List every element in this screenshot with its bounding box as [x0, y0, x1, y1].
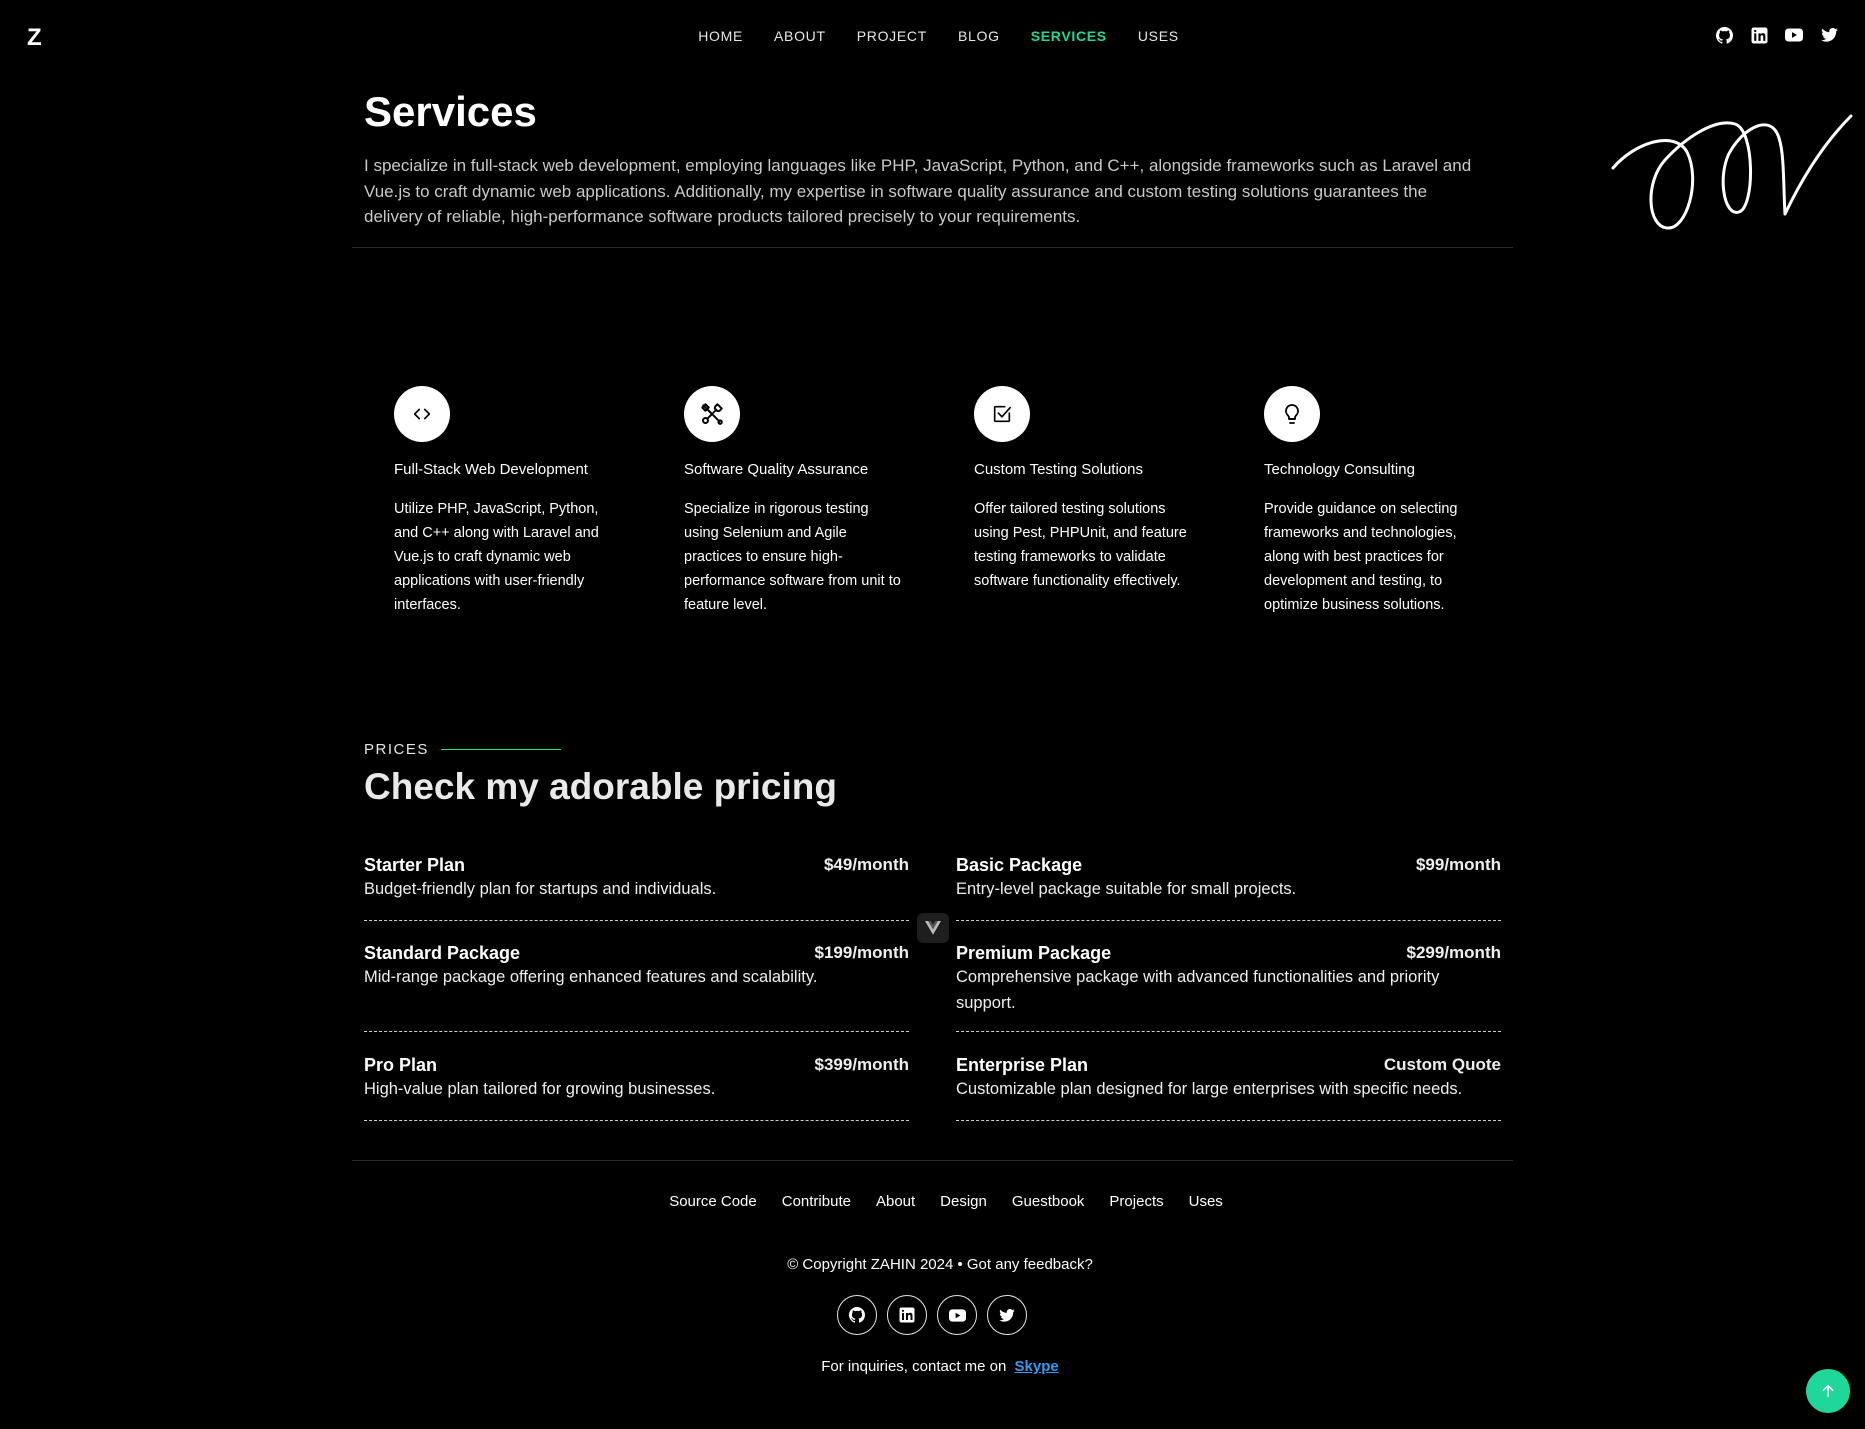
footer-link-design[interactable]: Design: [940, 1193, 987, 1210]
copyright: © Copyright ZAHIN 2024 • Got any feedbac…: [787, 1256, 1093, 1273]
nav-project[interactable]: PROJECT: [857, 28, 927, 44]
footer-link-projects[interactable]: Projects: [1109, 1193, 1163, 1210]
github-icon[interactable]: [1715, 26, 1733, 44]
prices-eyebrow: PRICES: [364, 741, 561, 758]
main-nav: HOME ABOUT PROJECT BLOG SERVICES USES: [0, 28, 1865, 44]
plan-description: Customizable plan designed for large ent…: [956, 1080, 1463, 1098]
service-card: Custom Testing Solutions Offer tailored …: [974, 386, 1194, 593]
twitter-icon[interactable]: [1820, 26, 1838, 44]
footer-link-source-code[interactable]: Source Code: [669, 1193, 757, 1210]
accent-line: [440, 749, 561, 750]
service-title: Software Quality Assurance: [684, 461, 869, 478]
scroll-to-top-button[interactable]: [1806, 1369, 1850, 1413]
plan-price: $199/month: [814, 943, 909, 962]
linkedin-icon[interactable]: [1750, 26, 1768, 44]
checkbox-icon: [974, 386, 1030, 442]
plan-price: $299/month: [1406, 943, 1501, 962]
vue-icon: [917, 913, 949, 943]
nav-about[interactable]: ABOUT: [774, 28, 826, 44]
page-intro: I specialize in full-stack web developme…: [364, 156, 1472, 226]
code-icon: [394, 386, 450, 442]
plan-price: $49/month: [823, 855, 909, 874]
footer-link-about[interactable]: About: [876, 1193, 915, 1210]
pricing-item: Starter Plan $49/month Budget-friendly p…: [364, 855, 909, 921]
lightbulb-icon: [1264, 386, 1320, 442]
skype-link[interactable]: Skype: [1015, 1358, 1059, 1375]
footer-link-uses[interactable]: Uses: [1189, 1193, 1223, 1210]
service-description: Utilize PHP, JavaScript, Python, and C++…: [394, 501, 599, 613]
twitter-icon[interactable]: [987, 1295, 1027, 1335]
service-title: Custom Testing Solutions: [974, 461, 1143, 478]
plan-price: $99/month: [1415, 855, 1501, 874]
service-description: Specialize in rigorous testing using Sel…: [684, 501, 901, 613]
pricing-item: Pro Plan $399/month High-value plan tail…: [364, 1055, 909, 1121]
linkedin-icon[interactable]: [887, 1295, 927, 1335]
youtube-icon[interactable]: [937, 1295, 977, 1335]
service-description: Offer tailored testing solutions using P…: [974, 501, 1187, 589]
service-card: Technology Consulting Provide guidance o…: [1264, 386, 1484, 617]
inquiry-line: For inquiries, contact me on Skype: [0, 1358, 1865, 1375]
plan-price: Custom Quote: [1383, 1055, 1501, 1074]
header-divider: [352, 247, 1513, 248]
nav-uses[interactable]: USES: [1138, 28, 1179, 44]
github-icon[interactable]: [837, 1295, 877, 1335]
plan-description: High-value plan tailored for growing bus…: [364, 1080, 716, 1098]
nav-home[interactable]: HOME: [698, 28, 743, 44]
arrow-up-icon: [1822, 1384, 1834, 1398]
footer-divider: [352, 1160, 1513, 1161]
signature-scribble: [1611, 114, 1853, 230]
plan-description: Comprehensive package with advanced func…: [956, 968, 1440, 1012]
footer-social-links: [837, 1295, 1027, 1335]
service-card: Software Quality Assurance Specialize in…: [684, 386, 904, 617]
inquiry-text: For inquiries, contact me on: [821, 1358, 1007, 1375]
service-title: Full-Stack Web Development: [394, 461, 588, 478]
footer-link-contribute[interactable]: Contribute: [782, 1193, 851, 1210]
nav-blog[interactable]: BLOG: [958, 28, 1000, 44]
tools-icon: [684, 386, 740, 442]
nav-services[interactable]: SERVICES: [1031, 28, 1107, 44]
prices-heading: Check my adorable pricing: [364, 766, 837, 807]
pricing-item: Premium Package $299/month Comprehensive…: [956, 943, 1501, 1032]
plan-description: Budget-friendly plan for startups and in…: [364, 880, 717, 898]
youtube-icon[interactable]: [1785, 26, 1803, 44]
footer-link-guestbook[interactable]: Guestbook: [1012, 1193, 1085, 1210]
service-title: Technology Consulting: [1264, 461, 1415, 478]
plan-price: $399/month: [814, 1055, 909, 1074]
footer-links: Source Code Contribute About Design Gues…: [0, 1193, 1865, 1210]
pricing-item: Standard Package $199/month Mid-range pa…: [364, 943, 909, 1032]
plan-description: Entry-level package suitable for small p…: [956, 880, 1297, 898]
plan-description: Mid-range package offering enhanced feat…: [364, 968, 818, 986]
pricing-item: Enterprise Plan Custom Quote Customizabl…: [956, 1055, 1501, 1121]
pricing-item: Basic Package $99/month Entry-level pack…: [956, 855, 1501, 921]
service-description: Provide guidance on selecting frameworks…: [1264, 501, 1458, 613]
header-social-links: [1715, 26, 1838, 44]
page-title: Services: [364, 88, 537, 135]
service-card: Full-Stack Web Development Utilize PHP, …: [394, 386, 614, 617]
prices-label: PRICES: [364, 741, 429, 758]
